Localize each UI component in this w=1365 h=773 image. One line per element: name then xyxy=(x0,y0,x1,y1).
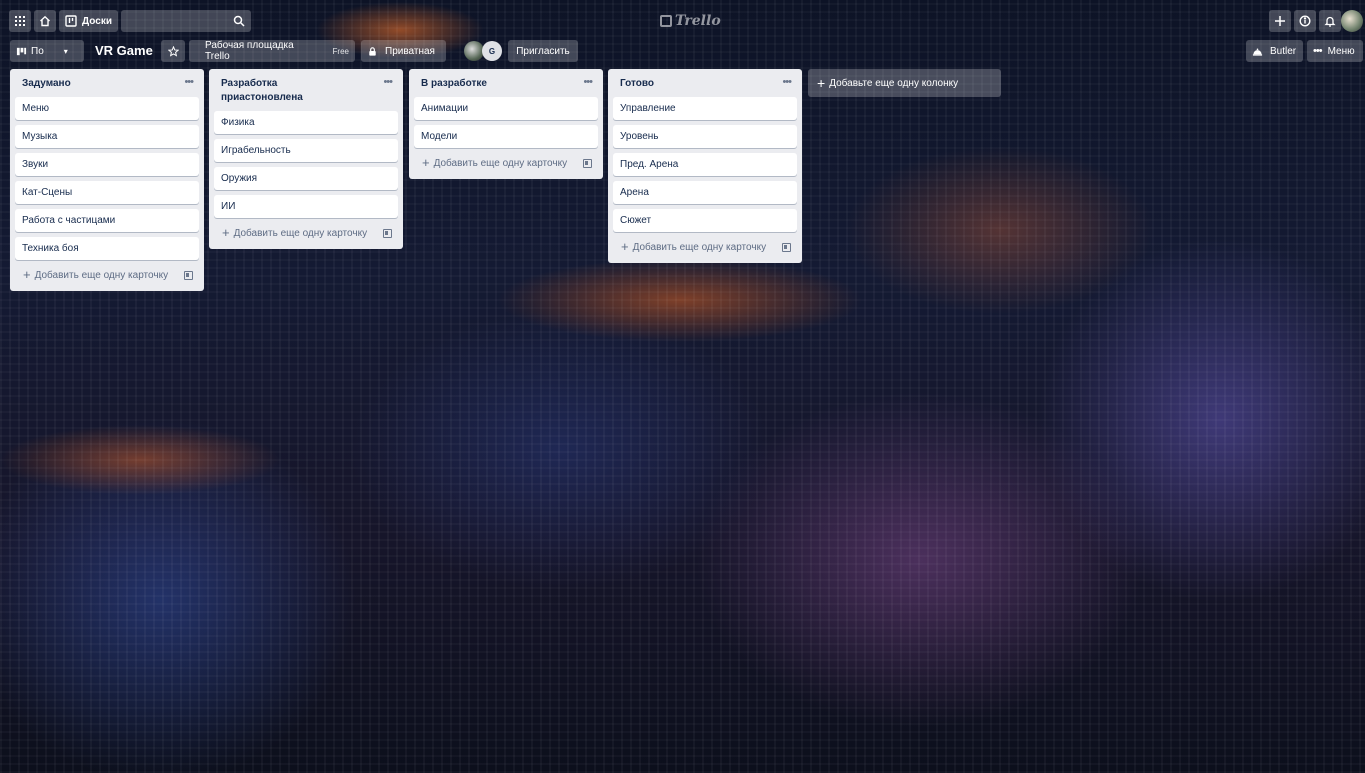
search-icon[interactable] xyxy=(233,15,245,27)
member-avatar[interactable] xyxy=(464,41,484,61)
plus-icon: + xyxy=(422,155,430,170)
search-field[interactable] xyxy=(121,10,251,32)
card[interactable]: Анимации xyxy=(414,97,598,120)
create-button[interactable] xyxy=(1269,10,1291,32)
search-input[interactable] xyxy=(121,10,231,32)
add-card-label: Добавить еще одну карточку xyxy=(433,157,568,169)
workspace-badge: Free xyxy=(332,46,349,56)
list-menu-icon[interactable]: ••• xyxy=(184,77,194,88)
add-card-label: Добавить еще одну карточку xyxy=(233,227,368,239)
add-card-button[interactable]: + Добавить еще одну карточку xyxy=(621,239,767,254)
card-template-icon[interactable] xyxy=(383,228,392,238)
trello-logo[interactable]: Trello xyxy=(660,11,721,31)
home-icon xyxy=(40,15,50,27)
list-title[interactable]: Готово xyxy=(620,77,654,91)
list-column[interactable]: Разработка приастоновлена ••• Физика Игр… xyxy=(209,69,403,249)
list-title[interactable]: В разработке xyxy=(421,77,487,91)
card-template-icon[interactable] xyxy=(782,242,791,252)
board-icon xyxy=(65,15,77,27)
card[interactable]: Управление xyxy=(613,97,797,120)
member-avatar-initial[interactable]: G xyxy=(482,41,502,61)
board-header: По ▾ VR Game Рабочая площадка Trello Fre… xyxy=(0,40,1365,64)
lock-icon xyxy=(369,46,376,56)
add-card-label: Добавить еще одну карточку xyxy=(632,241,767,253)
list-menu-icon[interactable]: ••• xyxy=(583,77,593,88)
list-column[interactable]: В разработке ••• Анимации Модели + Добав… xyxy=(409,69,603,179)
menu-label: Меню xyxy=(1327,45,1355,57)
board-title[interactable]: VR Game xyxy=(95,43,153,58)
plus-icon xyxy=(1275,16,1285,26)
add-list-button[interactable]: + Добавьте еще одну колонку xyxy=(808,69,1001,97)
butler-button[interactable]: Butler xyxy=(1246,40,1303,62)
menu-button[interactable]: ••• Меню xyxy=(1307,40,1363,62)
workspace-label: Рабочая площадка Trello xyxy=(205,40,294,62)
star-icon xyxy=(167,45,179,57)
card[interactable]: Оружия xyxy=(214,167,398,190)
card[interactable]: Модели xyxy=(414,125,598,148)
trello-logo-icon xyxy=(660,15,672,27)
board-view-label: По xyxy=(31,45,44,57)
butler-label: Butler xyxy=(1270,45,1297,57)
card[interactable]: Работа с частицами xyxy=(15,209,199,232)
invite-button[interactable]: Пригласить xyxy=(508,40,578,62)
card[interactable]: Уровень xyxy=(613,125,797,148)
visibility-button[interactable]: Приватная xyxy=(361,40,446,62)
list-title[interactable]: Разработка приастоновлена xyxy=(221,77,341,105)
info-icon xyxy=(1299,15,1311,27)
card[interactable]: Сюжет xyxy=(613,209,797,232)
bell-icon xyxy=(1324,16,1336,27)
plus-icon: + xyxy=(222,225,230,240)
card[interactable]: Пред. Арена xyxy=(613,153,797,176)
list-column[interactable]: Задумано ••• Меню Музыка Звуки Кат-Сцены… xyxy=(10,69,204,291)
card[interactable]: Техника боя xyxy=(15,237,199,260)
add-list-label: Добавьте еще одну колонку xyxy=(829,77,959,89)
apps-button[interactable] xyxy=(9,10,31,32)
card[interactable]: Кат-Сцены xyxy=(15,181,199,204)
boards-button[interactable]: Доски xyxy=(59,10,118,32)
list-menu-icon[interactable]: ••• xyxy=(383,77,393,88)
list-menu-icon[interactable]: ••• xyxy=(782,77,792,88)
add-card-label: Добавить еще одну карточку xyxy=(34,269,169,281)
board-view-switcher[interactable]: По ▾ xyxy=(10,40,84,62)
logo-text: Trello xyxy=(675,13,721,29)
boards-label: Доски xyxy=(82,15,112,27)
grid-icon xyxy=(15,16,25,26)
card[interactable]: Звуки xyxy=(15,153,199,176)
board-view-icon xyxy=(16,47,27,55)
notifications-button[interactable] xyxy=(1319,10,1341,32)
card[interactable]: Играбельность xyxy=(214,139,398,162)
card[interactable]: ИИ xyxy=(214,195,398,218)
card[interactable]: Музыка xyxy=(15,125,199,148)
chevron-down-icon: ▾ xyxy=(63,46,68,56)
butler-icon xyxy=(1252,47,1263,56)
card[interactable]: Арена xyxy=(613,181,797,204)
info-button[interactable] xyxy=(1294,10,1316,32)
user-avatar[interactable] xyxy=(1341,10,1363,32)
list-title[interactable]: Задумано xyxy=(22,77,71,91)
list-column[interactable]: Готово ••• Управление Уровень Пред. Арен… xyxy=(608,69,802,263)
home-button[interactable] xyxy=(34,10,56,32)
plus-icon: + xyxy=(817,75,826,91)
card-template-icon[interactable] xyxy=(583,158,592,168)
add-card-button[interactable]: + Добавить еще одну карточку xyxy=(422,155,568,170)
plus-icon: + xyxy=(621,239,629,254)
workspace-button[interactable]: Рабочая площадка Trello Free xyxy=(189,40,355,62)
card-template-icon[interactable] xyxy=(184,270,193,280)
star-button[interactable] xyxy=(161,40,185,62)
more-icon: ••• xyxy=(1313,45,1323,57)
plus-icon: + xyxy=(23,267,31,282)
top-header: Доски Trello xyxy=(0,6,1365,34)
card[interactable]: Меню xyxy=(15,97,199,120)
add-card-button[interactable]: + Добавить еще одну карточку xyxy=(23,267,169,282)
card[interactable]: Физика xyxy=(214,111,398,134)
add-card-button[interactable]: + Добавить еще одну карточку xyxy=(222,225,368,240)
visibility-label: Приватная xyxy=(385,45,435,57)
